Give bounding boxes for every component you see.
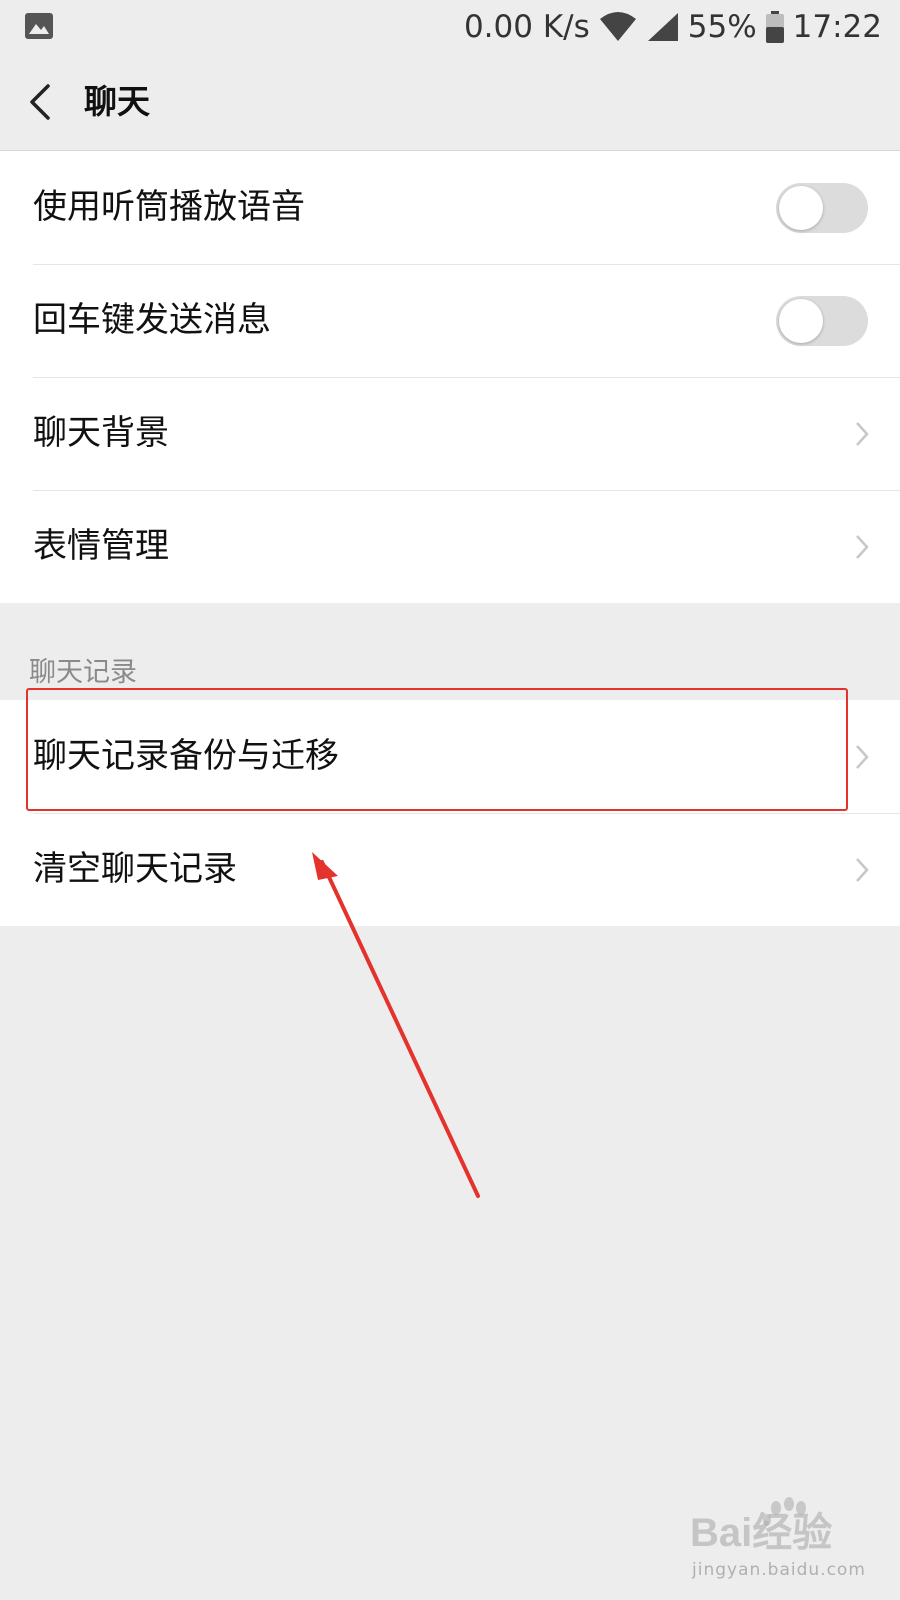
page-title: 聊天 [84,82,150,121]
baidu-paw-logo: Bai经验 [690,1497,832,1555]
section-header-chat-history: 聊天记录 [29,657,137,688]
setting-row-sticker-management[interactable]: 表情管理 [0,490,900,603]
setting-row-earpiece-voice[interactable]: 使用听筒播放语音 [0,151,900,264]
nav-bar: 聊天 [0,54,900,151]
chevron-right-icon [856,535,869,559]
watermark-logo-text: Bai经验 [690,1511,832,1555]
chevron-right-icon [856,858,869,882]
setting-label: 聊天背景 [33,413,169,453]
setting-label: 使用听筒播放语音 [33,187,305,227]
setting-label: 回车键发送消息 [33,300,271,340]
general-settings-group: 使用听筒播放语音 回车键发送消息 聊天背景 表情管理 [0,151,900,603]
baidu-jingyan-watermark: Bai经验 jingyan.baidu.com [688,1494,888,1584]
setting-row-enter-to-send[interactable]: 回车键发送消息 [0,264,900,377]
setting-label: 聊天记录备份与迁移 [33,736,339,776]
setting-row-clear-history[interactable]: 清空聊天记录 [0,813,900,926]
setting-label: 清空聊天记录 [33,849,237,889]
battery-level: 55% [687,9,757,45]
chevron-right-icon [856,745,869,769]
setting-row-chat-background[interactable]: 聊天背景 [0,377,900,490]
earpiece-voice-toggle[interactable] [776,183,868,233]
network-speed: 0.00 K/s [463,9,590,45]
back-arrow-icon[interactable] [26,82,56,122]
clock: 17:22 [792,9,882,45]
gallery-icon [25,13,53,39]
chat-history-group: 聊天记录备份与迁移 清空聊天记录 [0,700,900,926]
battery-icon [765,11,784,43]
signal-icon [647,13,678,41]
status-bar: 0.00 K/s 55% 17:22 [0,0,900,54]
enter-to-send-toggle[interactable] [776,296,868,346]
watermark-url: jingyan.baidu.com [692,1560,866,1580]
wifi-icon [599,12,636,41]
setting-row-backup-migrate[interactable]: 聊天记录备份与迁移 [0,700,900,813]
setting-label: 表情管理 [33,526,169,566]
chevron-right-icon [856,422,869,446]
